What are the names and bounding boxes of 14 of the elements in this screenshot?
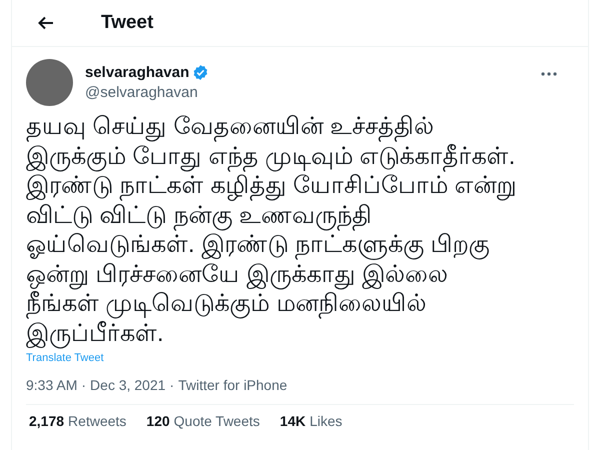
more-options-icon[interactable] <box>540 71 558 77</box>
tweet-text: தயவு செய்து வேதனையின் உச்சத்தில் இருக்கும் போது எந்த முடிவும் எடுக்காதீர்கள். இரண்டு நாட்கள் கழித்து யோசிப்போம் என்று விட்டு விட்டு நன்கு உணவருந்தி ஓய்வெடுங்கள். இரண்டு நாட்களுக்கு பிறகு ஒன்று பிரச்சனையே இருக்காது இல்லை நீங்கள் முடிவெடுக்கும் மனநிலையில் இருப்பீர்கள். <box>25 112 518 348</box>
tweet-source[interactable]: Twitter for iPhone <box>178 377 288 393</box>
author-name[interactable]: selvaraghavan <box>85 64 190 81</box>
page-title: Tweet <box>101 12 154 34</box>
author-handle[interactable]: @selvaraghavan <box>85 84 540 101</box>
stat-link[interactable]: 2,178 Retweets <box>29 413 126 429</box>
separator-dot: · <box>81 377 86 393</box>
stat-link[interactable]: 120 Quote Tweets <box>146 413 260 429</box>
tweet-date[interactable]: Dec 3, 2021 <box>90 377 166 393</box>
stat-link[interactable]: 14K Likes <box>280 413 342 429</box>
tweet-time[interactable]: 9:33 AM <box>26 377 78 393</box>
separator-dot: · <box>170 377 174 393</box>
avatar[interactable] <box>26 59 73 106</box>
